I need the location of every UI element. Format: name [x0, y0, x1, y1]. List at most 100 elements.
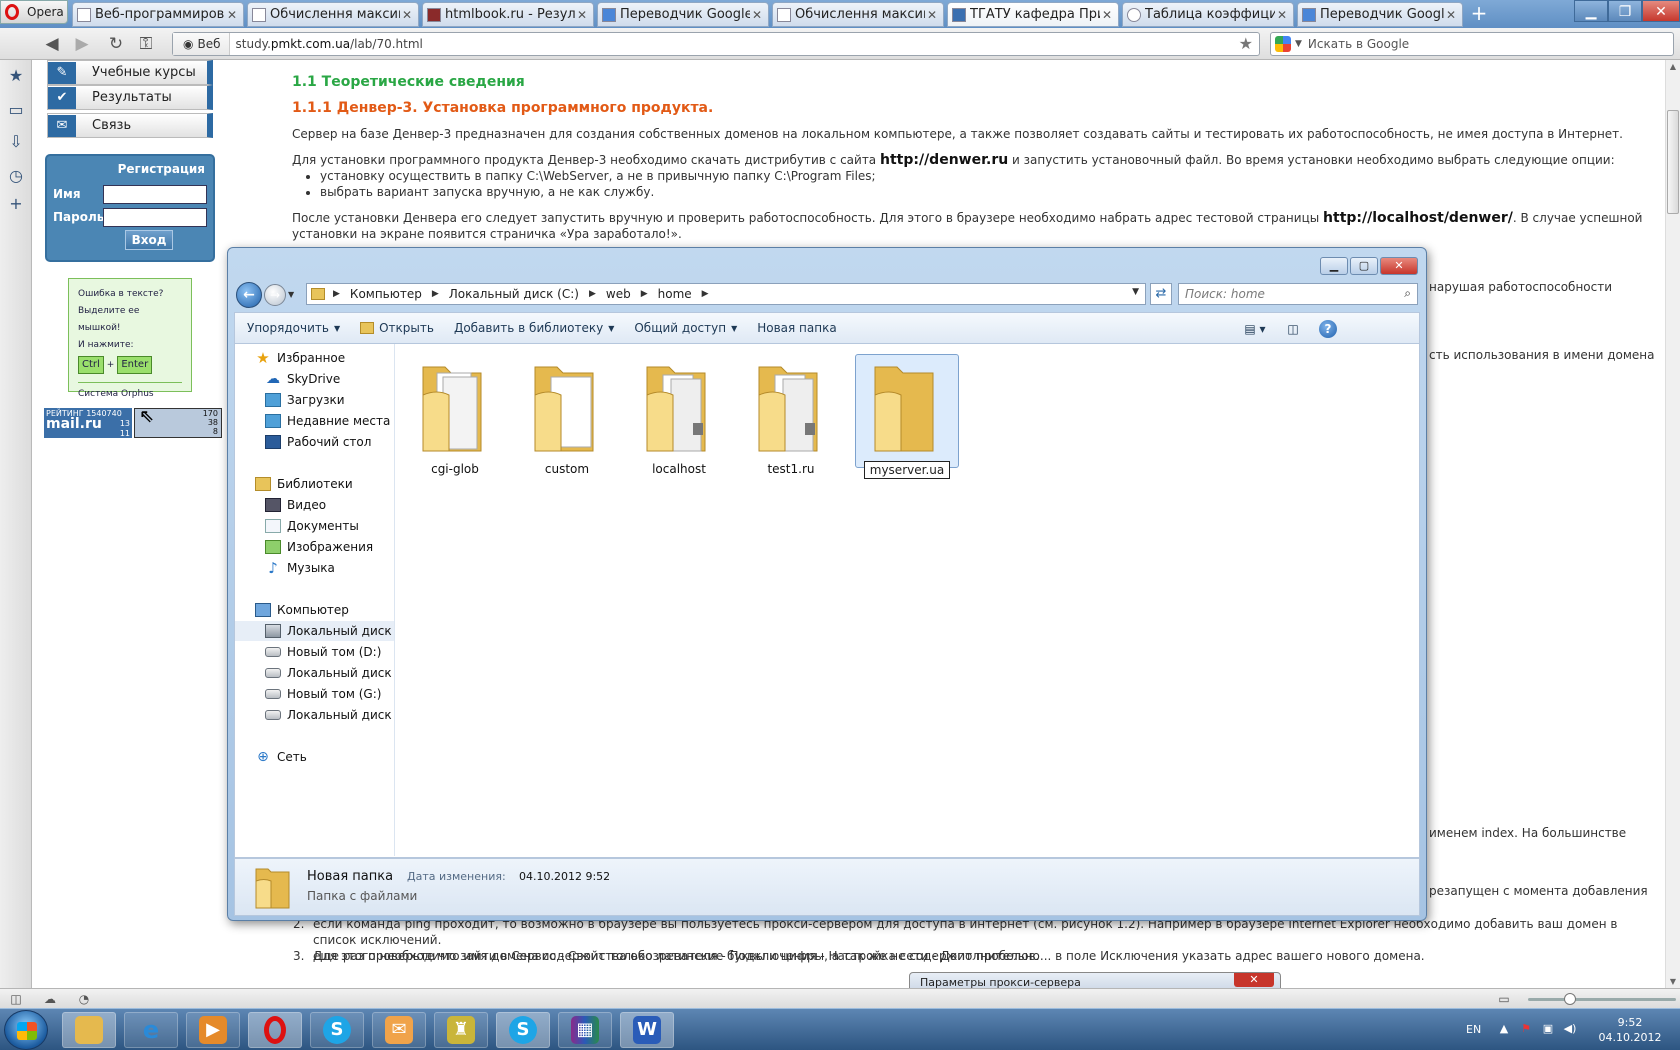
unite-cloud-icon[interactable]: ☁: [42, 991, 58, 1007]
taskbar-media-player[interactable]: ▶: [186, 1012, 240, 1048]
opera-menu-button[interactable]: Opera: [0, 0, 68, 24]
change-view-icon[interactable]: ▤ ▾: [1235, 319, 1275, 339]
breadcrumb-web[interactable]: web: [606, 287, 631, 301]
tree-network[interactable]: ⊕ Сеть: [235, 747, 394, 767]
taskbar-opera[interactable]: [248, 1012, 302, 1048]
tab-close-icon[interactable]: ✕: [1275, 8, 1289, 22]
downloads-icon[interactable]: ⇩: [6, 132, 26, 152]
breadcrumb-home[interactable]: home: [658, 287, 692, 301]
tray-network-icon[interactable]: ▣: [1540, 1022, 1556, 1038]
browser-search-field[interactable]: ▼ Искать в Google: [1270, 32, 1674, 56]
open-button[interactable]: Открыть: [350, 313, 444, 343]
breadcrumb-chevron-icon[interactable]: ▶: [432, 289, 439, 299]
view-icon[interactable]: ▭: [1496, 991, 1512, 1007]
tree-images[interactable]: Изображения: [235, 537, 394, 557]
bookmark-star-icon[interactable]: ★: [1239, 34, 1253, 53]
orphus-system-link[interactable]: Система Orphus: [78, 382, 182, 403]
start-button[interactable]: [4, 1010, 48, 1050]
tab-close-icon[interactable]: ✕: [400, 8, 414, 22]
tab-close-icon[interactable]: ✕: [750, 8, 764, 22]
denwer-link[interactable]: http://denwer.ru: [880, 152, 1008, 168]
tree-drive-f[interactable]: Локальный диск (F:: [235, 663, 394, 683]
browser-minimize-icon[interactable]: ▁: [1574, 0, 1608, 22]
organize-button[interactable]: Упорядочить ▼: [235, 313, 350, 343]
explorer-address-bar[interactable]: ▶ Компьютер ▶ Локальный диск (C:) ▶ web …: [306, 283, 1146, 305]
taskbar-clock[interactable]: 9:52 04.10.2012: [1590, 1015, 1670, 1045]
tab-htmlbook[interactable]: htmlbook.ru - Результ... ✕: [422, 2, 594, 27]
input-language[interactable]: EN: [1466, 1023, 1481, 1036]
breadcrumb-chevron-icon[interactable]: ▶: [333, 289, 340, 299]
tab-calc-max-2[interactable]: Обчислення максима... ✕: [772, 2, 944, 27]
mailru-rating-counter[interactable]: РЕЙТИНГ 1540740 mail.ru 13 11: [44, 408, 132, 438]
taskbar-outlook[interactable]: ✉: [372, 1012, 426, 1048]
tree-favorites[interactable]: ★ Избранное: [235, 348, 394, 368]
explorer-search-input[interactable]: Поиск: home ⌕: [1178, 283, 1418, 305]
address-history-chevron-icon[interactable]: ▼: [1132, 287, 1139, 297]
breadcrumb-chevron-icon[interactable]: ▶: [641, 289, 648, 299]
menu-contact[interactable]: ✉ Связь: [47, 113, 213, 138]
chevron-down-icon[interactable]: ▼: [1295, 39, 1302, 49]
taskbar-internet-explorer[interactable]: e: [124, 1012, 178, 1048]
notes-icon[interactable]: ▭: [6, 100, 26, 120]
stats-counter[interactable]: ⇖ 170 38 8: [134, 408, 222, 438]
explorer-refresh-icon[interactable]: ⇄: [1150, 283, 1172, 305]
explorer-forward-arrow-icon[interactable]: →: [264, 284, 286, 306]
name-input[interactable]: [103, 185, 207, 204]
browser-restore-icon[interactable]: ❐: [1608, 0, 1642, 22]
zoom-slider-knob[interactable]: [1564, 993, 1576, 1005]
tab-close-icon[interactable]: ✕: [1444, 8, 1458, 22]
tree-music[interactable]: ♪ Музыка: [235, 558, 394, 578]
preview-pane-icon[interactable]: ◫: [1281, 319, 1305, 339]
tab-close-icon[interactable]: ✕: [225, 8, 239, 22]
taskbar-winrar[interactable]: ▦: [558, 1012, 612, 1048]
taskbar-explorer[interactable]: [62, 1012, 116, 1048]
tab-close-icon[interactable]: ✕: [1100, 8, 1114, 22]
share-button[interactable]: Общий доступ ▼: [624, 313, 747, 343]
tree-skydrive[interactable]: ☁ SkyDrive: [235, 369, 394, 389]
key-icon[interactable]: ⚿: [134, 33, 158, 55]
explorer-maximize-icon[interactable]: ▢: [1350, 257, 1378, 275]
reload-icon[interactable]: ↻: [104, 33, 128, 55]
site-info-badge[interactable]: ◉ Веб: [173, 33, 230, 55]
tree-documents[interactable]: Документы: [235, 516, 394, 536]
tree-recent-places[interactable]: Недавние места: [235, 411, 394, 431]
search-icon[interactable]: ⌕: [1404, 286, 1411, 301]
breadcrumb-computer[interactable]: Компьютер: [350, 287, 422, 301]
add-to-library-button[interactable]: Добавить в библиотеку ▼: [444, 313, 624, 343]
bookmarks-star-icon[interactable]: ★: [6, 66, 26, 86]
taskbar-denwer[interactable]: ♜: [434, 1012, 488, 1048]
tree-drive-c[interactable]: Локальный диск (C: [235, 621, 394, 641]
browser-close-icon[interactable]: ✕: [1642, 0, 1680, 22]
page-scrollbar[interactable]: ▲ ▼: [1665, 60, 1680, 988]
tray-flag-icon[interactable]: ⚑: [1518, 1022, 1534, 1038]
forward-arrow-icon[interactable]: ▶: [70, 33, 94, 55]
scroll-down-icon[interactable]: ▼: [1666, 977, 1680, 986]
folder-rename-input[interactable]: myserver.ua: [864, 461, 950, 479]
password-input[interactable]: [103, 208, 207, 227]
explorer-minimize-icon[interactable]: ▁: [1320, 257, 1348, 275]
scroll-up-icon[interactable]: ▲: [1666, 62, 1680, 71]
breadcrumb-drive-c[interactable]: Локальный диск (C:): [449, 287, 579, 301]
menu-courses[interactable]: ✎ Учебные курсы: [47, 60, 213, 85]
taskbar-skype[interactable]: S: [310, 1012, 364, 1048]
tree-libraries[interactable]: Библиотеки: [235, 474, 394, 494]
turbo-icon[interactable]: ◔: [76, 991, 92, 1007]
zoom-slider[interactable]: [1528, 993, 1676, 1005]
address-field[interactable]: ◉ Веб study.pmkt.com.ua/lab/70.html ★: [172, 32, 1260, 56]
tab-tgatu[interactable]: ТГАТУ кафедра Прикл... ✕: [947, 2, 1119, 27]
tab-web-programming[interactable]: Веб-программирован... ✕: [72, 2, 244, 27]
taskbar-word[interactable]: W: [620, 1012, 674, 1048]
tab-calc-max-1[interactable]: Обчислення максима... ✕: [247, 2, 419, 27]
history-clock-icon[interactable]: ◷: [6, 166, 26, 186]
scrollbar-thumb[interactable]: [1667, 110, 1679, 214]
tree-drive-z[interactable]: Локальный диск (Z: [235, 705, 394, 725]
tree-drive-g[interactable]: Новый том (G:): [235, 684, 394, 704]
recent-pages-chevron-icon[interactable]: ▼: [288, 290, 294, 299]
folder-custom[interactable]: custom: [519, 354, 615, 476]
tree-downloads[interactable]: Загрузки: [235, 390, 394, 410]
menu-results[interactable]: ✔ Результаты: [47, 85, 213, 110]
tab-google-translate-2[interactable]: Переводчик Google ✕: [1297, 2, 1463, 27]
tab-google-translate-1[interactable]: Переводчик Google ✕: [597, 2, 769, 27]
localhost-link[interactable]: http://localhost/denwer/: [1323, 210, 1513, 226]
breadcrumb-chevron-icon[interactable]: ▶: [589, 289, 596, 299]
